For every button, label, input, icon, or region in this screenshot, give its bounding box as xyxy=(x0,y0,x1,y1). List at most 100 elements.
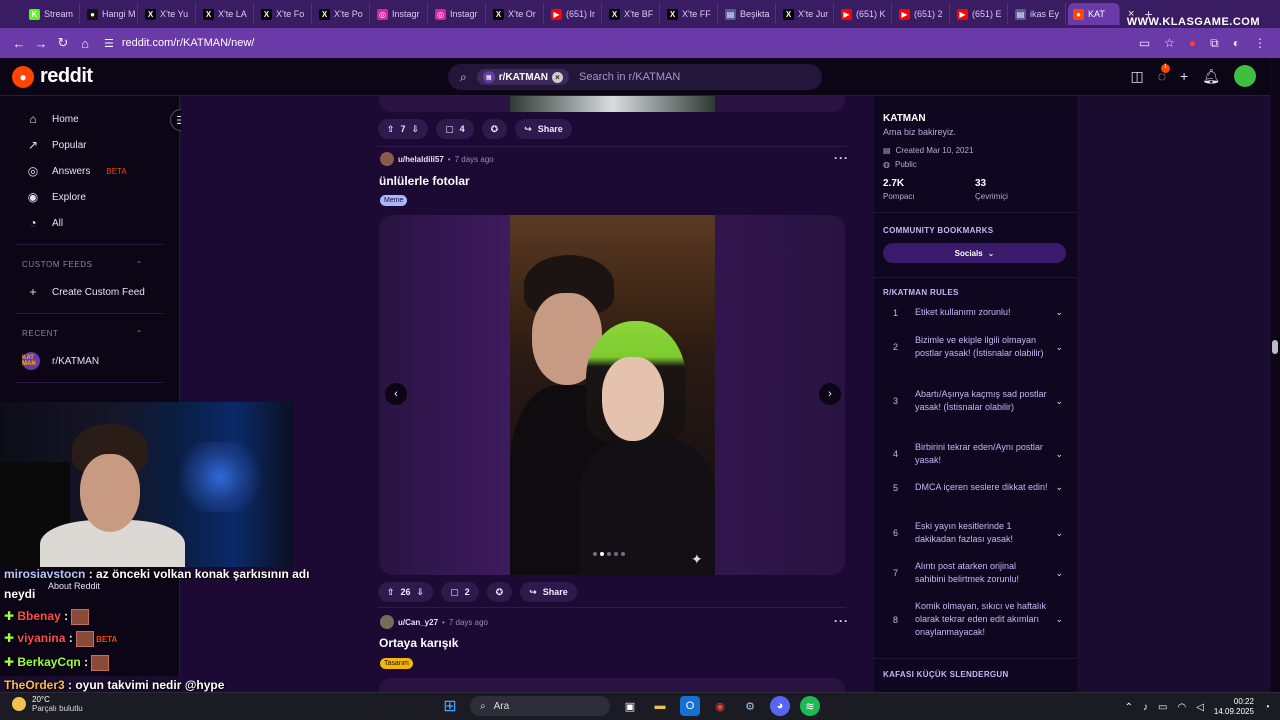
comments-button[interactable]: ▢ 2 xyxy=(441,582,479,602)
browser-tab[interactable]: X X'te Yu xyxy=(140,3,196,25)
chat-icon[interactable]: ◌ 1 xyxy=(1158,64,1171,84)
site-info-icon[interactable]: ☰ xyxy=(104,37,114,50)
browser-tab[interactable]: X X'te Po xyxy=(314,3,370,25)
gallery-dot[interactable] xyxy=(593,552,597,556)
browser-tab[interactable]: X X'te Or xyxy=(488,3,544,25)
forward-icon[interactable]: → xyxy=(30,36,52,51)
browser-tab[interactable]: K Stream xyxy=(24,3,80,25)
clear-chip-icon[interactable]: × xyxy=(552,71,563,83)
post-gallery[interactable]: ‹ › ✦ xyxy=(379,215,845,575)
browser-tab[interactable]: ▶ (651) 2 xyxy=(894,3,950,25)
wifi-icon[interactable]: ◠ xyxy=(1177,702,1186,713)
browser-tab[interactable]: ◎ Instagr xyxy=(372,3,428,25)
share-button[interactable]: ↪ Share xyxy=(515,119,572,139)
award-button[interactable]: ✪ xyxy=(486,582,513,602)
rule-item[interactable]: 1 Etiket kullanımı zorunlu! ⌄ xyxy=(893,306,1063,319)
share-button[interactable]: ↪ Share xyxy=(520,582,577,602)
browser-tab[interactable]: X X'te Fo xyxy=(256,3,312,25)
reddit-logo[interactable]: ● reddit xyxy=(12,65,93,88)
user-avatar[interactable] xyxy=(380,615,394,629)
post-options-icon[interactable]: ··· xyxy=(834,151,849,165)
microphone-icon[interactable]: ♪ xyxy=(1143,702,1148,713)
reload-icon[interactable]: ↻ xyxy=(52,35,74,51)
steam-icon[interactable]: ⚙ xyxy=(740,696,760,716)
task-view-icon[interactable]: ▣ xyxy=(620,696,640,716)
sidebar-item-explore[interactable]: ◉ Explore xyxy=(0,184,179,210)
display-icon[interactable]: ▭ xyxy=(1158,702,1167,713)
award-button[interactable]: ✪ xyxy=(481,119,508,139)
outlook-icon[interactable]: O xyxy=(680,696,700,716)
browser-tab[interactable]: X X'te LA xyxy=(198,3,254,25)
post-title[interactable]: ünlülerle fotolar xyxy=(379,174,470,188)
gallery-prev-icon[interactable]: ‹ xyxy=(385,383,407,405)
create-custom-feed[interactable]: + Create Custom Feed xyxy=(0,279,179,305)
post-title[interactable]: Ortaya karışık xyxy=(379,636,458,650)
gallery-next-icon[interactable]: › xyxy=(819,383,841,405)
post-options-icon[interactable]: ··· xyxy=(834,614,849,628)
browser-tab[interactable]: ▤ ikas Ey xyxy=(1010,3,1066,25)
windows-start-icon[interactable]: ⊞ xyxy=(440,696,460,716)
downvote-icon[interactable]: ⇩ xyxy=(412,124,420,135)
scrollbar-thumb[interactable] xyxy=(1272,340,1278,354)
rule-item[interactable]: 2 Bizimle ve ekiple ilgili olmayan postla… xyxy=(893,334,1063,360)
page-scrollbar[interactable] xyxy=(1271,58,1280,692)
socials-dropdown[interactable]: Socials ⌄ xyxy=(883,243,1066,263)
browser-tab[interactable]: X X'te BF xyxy=(604,3,660,25)
browser-tab[interactable]: ▤ Beşikta xyxy=(720,3,776,25)
user-avatar[interactable] xyxy=(380,152,394,166)
browser-tab[interactable]: ● Hangi M xyxy=(82,3,138,25)
post-author[interactable]: u/helaldili57 xyxy=(398,155,444,164)
gallery-dot[interactable] xyxy=(607,552,611,556)
previous-post-media[interactable] xyxy=(379,96,845,112)
advertise-icon[interactable]: ◫ xyxy=(1130,68,1143,85)
post-author[interactable]: u/Can_y27 xyxy=(398,618,438,627)
spotify-icon[interactable]: ≋ xyxy=(800,696,820,716)
file-explorer-icon[interactable]: ▬ xyxy=(650,696,670,716)
sidebar-item-popular[interactable]: ↗ Popular xyxy=(0,132,179,158)
rule-item[interactable]: 7 Alıntı post atarken orijinal sahibini b… xyxy=(893,560,1063,586)
system-clock[interactable]: 00:22 14.09.2025 xyxy=(1214,697,1254,717)
url-field[interactable]: ☰ reddit.com/r/KATMAN/new/ xyxy=(104,31,1139,55)
rule-item[interactable]: 8 Komik olmayan, sıkıcı ve haftalık olara… xyxy=(893,600,1063,639)
back-icon[interactable]: ← xyxy=(8,36,30,51)
next-post-media[interactable] xyxy=(379,678,845,692)
recent-item-katman[interactable]: KAT MAN r/KATMAN xyxy=(0,348,179,374)
chrome-icon[interactable]: ◉ xyxy=(710,696,730,716)
rule-item[interactable]: 5 DMCA içeren seslere dikkat edin! ⌄ xyxy=(893,481,1063,494)
subreddit-filter-chip[interactable]: ▦ r/KATMAN × xyxy=(476,69,569,85)
user-avatar[interactable] xyxy=(1234,65,1256,87)
gallery-dot[interactable] xyxy=(621,552,625,556)
search-input[interactable]: Search in r/KATMAN xyxy=(579,71,680,83)
sidebar-item-home[interactable]: ⌂ Home xyxy=(0,106,179,132)
comments-button[interactable]: ▢ 4 xyxy=(436,119,474,139)
home-icon[interactable]: ⌂ xyxy=(74,36,96,51)
rule-item[interactable]: 4 Birbirini tekrar eden/Aynı postlar yasa… xyxy=(893,441,1063,467)
post-flair[interactable]: Meme xyxy=(380,195,408,206)
taskbar-search[interactable]: ⌕ Ara xyxy=(470,696,610,716)
custom-feeds-header[interactable]: CUSTOM FEEDS ⌃ xyxy=(0,253,179,275)
browser-tab[interactable]: ▶ (651) E xyxy=(952,3,1008,25)
discord-icon[interactable]: ◕ xyxy=(770,696,790,716)
cast-icon[interactable]: ▭ xyxy=(1139,36,1150,50)
upvote-icon[interactable]: ⇧ xyxy=(387,124,395,135)
extensions-icon[interactable]: ⧉ xyxy=(1210,36,1219,51)
upvote-icon[interactable]: ⇧ xyxy=(387,587,395,598)
recent-header[interactable]: RECENT ⌃ xyxy=(0,322,179,344)
weather-widget[interactable]: 20°C Parçalı bulutlu xyxy=(12,695,83,713)
browser-tab[interactable]: X X'te FF xyxy=(662,3,718,25)
profile-icon[interactable]: ◐ xyxy=(1233,36,1240,50)
browser-tab[interactable]: X X'te Jur xyxy=(778,3,834,25)
browser-menu-icon[interactable]: ⋮ xyxy=(1254,36,1266,50)
extension-opera-icon[interactable]: ● xyxy=(1189,36,1196,50)
search-bar[interactable]: ⌕ ▦ r/KATMAN × Search in r/KATMAN xyxy=(448,64,822,90)
browser-tab-active[interactable]: ● KAT xyxy=(1068,3,1120,25)
browser-tab[interactable]: ◎ Instagr xyxy=(430,3,486,25)
sidebar-item-all[interactable]: ◔ All xyxy=(0,210,179,236)
rule-item[interactable]: 3 Abartı/Aşınya kaçmış sad postlar yasak!… xyxy=(893,388,1063,414)
notifications-bell-icon[interactable]: 🔔︎ xyxy=(1202,68,1220,85)
browser-tab[interactable]: ▶ (651) K xyxy=(836,3,892,25)
gallery-dot[interactable] xyxy=(600,552,604,556)
notifications-icon[interactable]: ◔ xyxy=(1264,702,1270,713)
gallery-dot[interactable] xyxy=(614,552,618,556)
browser-tab[interactable]: ▶ (651) Ir xyxy=(546,3,602,25)
